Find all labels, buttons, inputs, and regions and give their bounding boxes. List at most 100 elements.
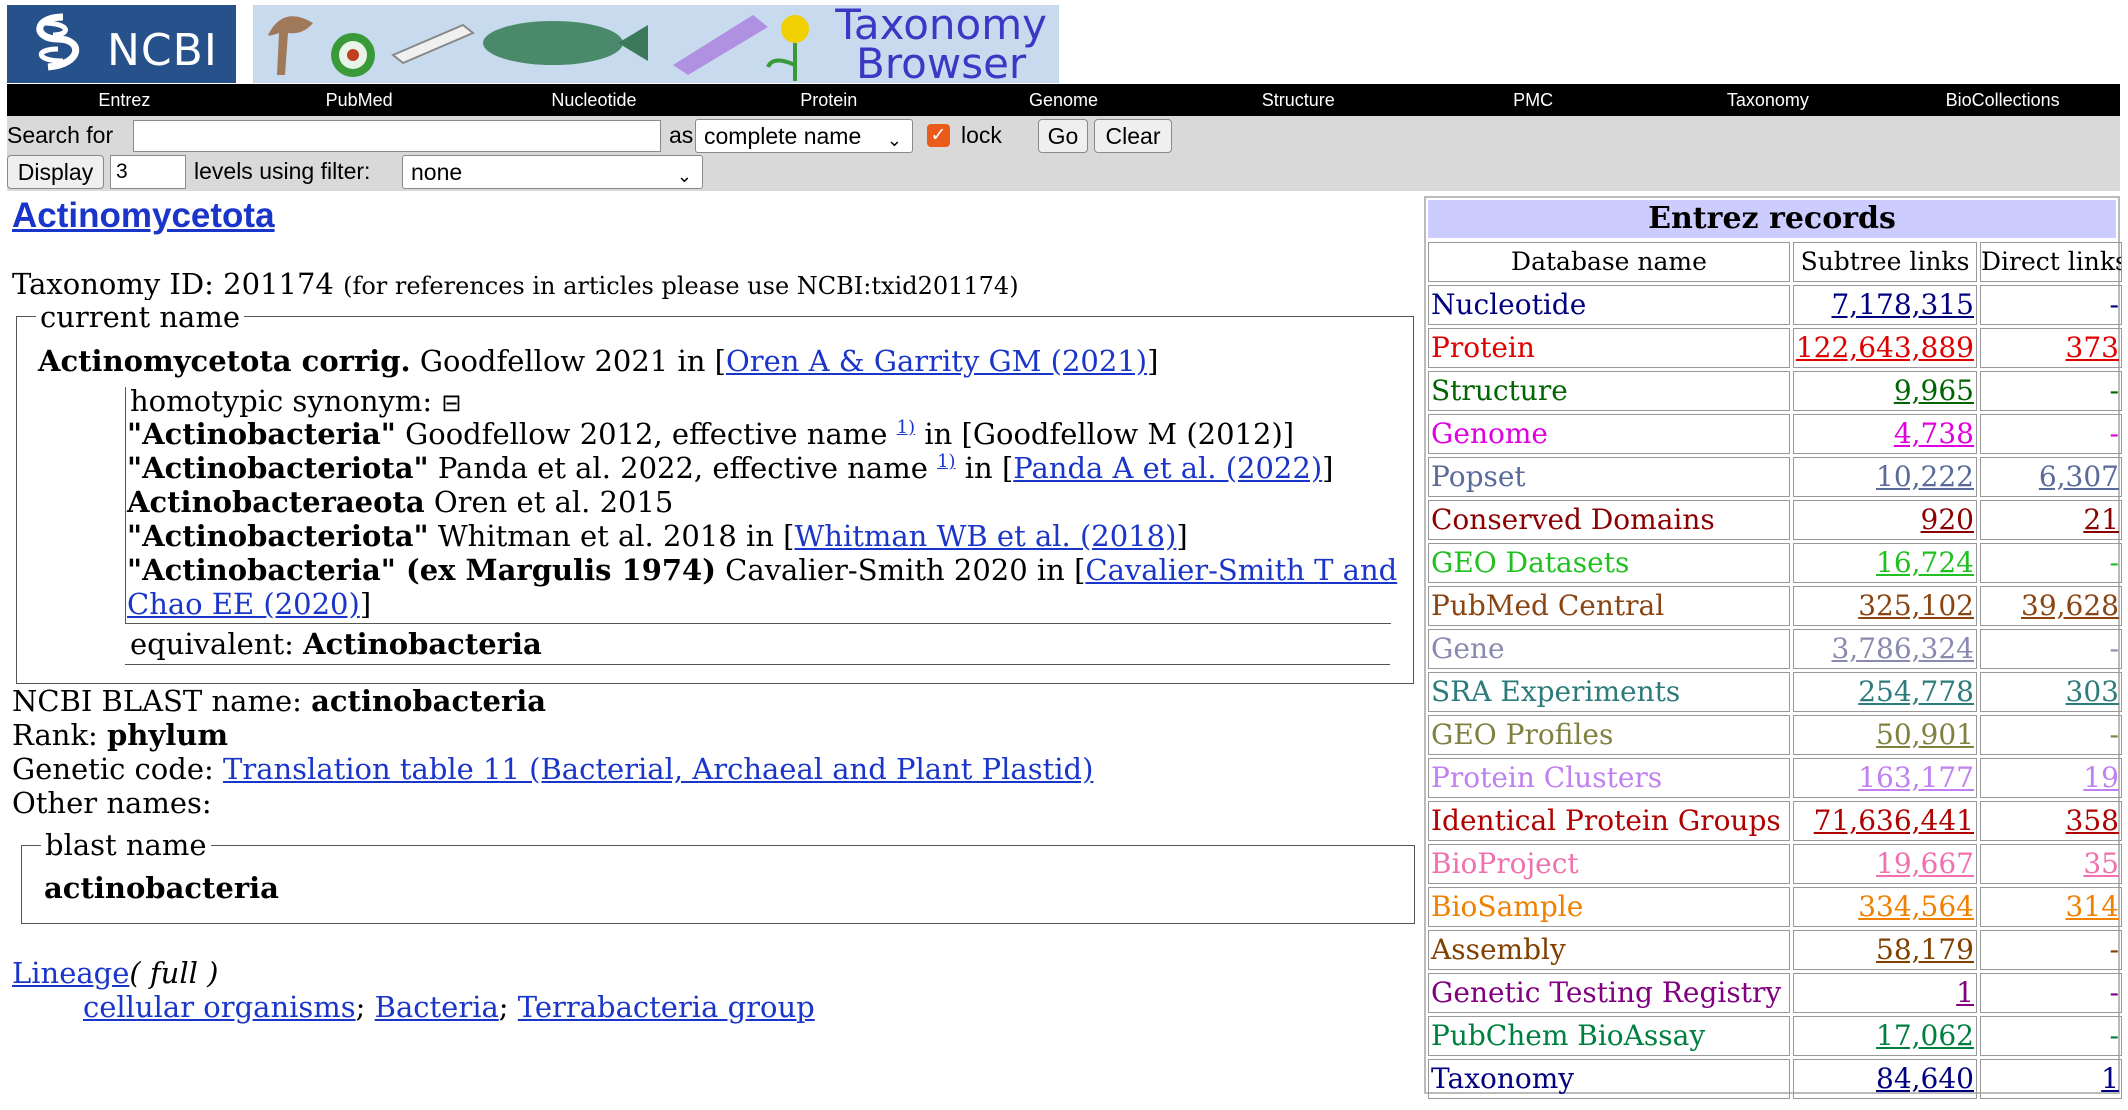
subtree-link[interactable]: 163,177 [1858, 761, 1974, 794]
collapse-icon[interactable]: ⊟ [441, 389, 461, 417]
direct-link[interactable]: 1 [2101, 1062, 2119, 1095]
database-name[interactable]: Popset [1431, 460, 1526, 493]
entrez-row-subtree-link-cell: 84,640 [1793, 1059, 1977, 1099]
subtree-link[interactable]: 10,222 [1876, 460, 1974, 493]
subtree-link[interactable]: 71,636,441 [1814, 804, 1974, 837]
direct-link[interactable]: 314 [2066, 890, 2119, 923]
subtree-link[interactable]: 17,062 [1876, 1019, 1974, 1052]
entrez-row-subtree-link-cell: 334,564 [1793, 887, 1977, 927]
filter-select[interactable]: none ⌄ [402, 155, 703, 189]
direct-link[interactable]: 39,628 [2021, 589, 2119, 622]
genetic-code-link[interactable]: Translation table 11 (Bacterial, Archaea… [223, 752, 1093, 786]
subtree-link[interactable]: 920 [1921, 503, 1974, 536]
subtree-link[interactable]: 325,102 [1858, 589, 1974, 622]
entrez-row-database-name-cell: Protein Clusters [1428, 758, 1790, 798]
database-name[interactable]: Protein [1431, 331, 1535, 364]
subtree-link[interactable]: 16,724 [1876, 546, 1974, 579]
nav-biocollections[interactable]: BioCollections [1885, 84, 2120, 116]
entrez-row-database-name-cell: BioProject [1428, 844, 1790, 884]
footnote-link[interactable]: 1) [897, 417, 915, 438]
entrez-row-direct-link-cell: 21 [1980, 500, 2122, 540]
subtree-link[interactable]: 84,640 [1876, 1062, 1974, 1095]
database-name[interactable]: Nucleotide [1431, 288, 1586, 321]
synonym-reference-link[interactable]: Whitman WB et al. (2018) [794, 519, 1176, 553]
direct-link[interactable]: 6,307 [2039, 460, 2119, 493]
direct-link: - [2109, 288, 2119, 321]
levels-label: levels using filter: [194, 158, 371, 184]
database-name[interactable]: PubChem BioAssay [1431, 1019, 1705, 1052]
clear-button[interactable]: Clear [1094, 119, 1172, 153]
entrez-row-direct-link-cell: - [1980, 715, 2122, 755]
synonym-reference-link[interactable]: Cavalier-Smith T and [1085, 553, 1397, 587]
database-name[interactable]: GEO Profiles [1431, 718, 1613, 751]
entrez-row-direct-link-cell: 1 [1980, 1059, 2122, 1099]
subtree-link[interactable]: 4,738 [1894, 417, 1974, 450]
subtree-link[interactable]: 58,179 [1876, 933, 1974, 966]
database-name[interactable]: Assembly [1431, 933, 1566, 966]
direct-link[interactable]: 35 [2083, 847, 2119, 880]
subtree-link[interactable]: 334,564 [1858, 890, 1974, 923]
direct-link[interactable]: 373 [2066, 331, 2119, 364]
nav-pubmed[interactable]: PubMed [242, 84, 477, 116]
direct-link: - [2109, 546, 2119, 579]
subtree-link[interactable]: 19,667 [1876, 847, 1974, 880]
footnote-link[interactable]: 1) [937, 451, 955, 472]
page-title[interactable]: Actinomycetota [12, 196, 275, 236]
database-name[interactable]: PubMed Central [1431, 589, 1664, 622]
direct-link[interactable]: 21 [2083, 503, 2119, 536]
entrez-row-subtree-link-cell: 17,062 [1793, 1016, 1977, 1056]
direct-link[interactable]: 19 [2083, 761, 2119, 794]
database-name[interactable]: SRA Experiments [1431, 675, 1680, 708]
nav-pmc[interactable]: PMC [1416, 84, 1651, 116]
database-name[interactable]: Identical Protein Groups [1431, 804, 1781, 837]
subtree-link[interactable]: 1 [1956, 976, 1974, 1009]
database-name[interactable]: Gene [1431, 632, 1505, 665]
database-name[interactable]: BioSample [1431, 890, 1583, 923]
nav-nucleotide[interactable]: Nucleotide [477, 84, 712, 116]
lineage-link[interactable]: Lineage [12, 956, 129, 990]
entrez-row-subtree-link-cell: 71,636,441 [1793, 801, 1977, 841]
name-type-select[interactable]: complete name ⌄ [695, 119, 913, 153]
direct-link[interactable]: 303 [2066, 675, 2119, 708]
database-name[interactable]: Structure [1431, 374, 1568, 407]
lineage-full-toggle[interactable]: ( full ) [129, 956, 218, 990]
lineage-item[interactable]: Terrabacteria group [518, 990, 815, 1024]
go-button[interactable]: Go [1038, 119, 1088, 153]
database-name[interactable]: Genome [1431, 417, 1548, 450]
direct-link[interactable]: 358 [2066, 804, 2119, 837]
direct-link: - [2109, 374, 2119, 407]
levels-input[interactable] [110, 155, 186, 189]
database-name[interactable]: Taxonomy [1431, 1062, 1574, 1095]
lineage-item[interactable]: cellular organisms [83, 990, 356, 1024]
current-name-reference-link[interactable]: Oren A & Garrity GM (2021) [726, 344, 1147, 378]
nav-genome[interactable]: Genome [946, 84, 1181, 116]
nav-protein[interactable]: Protein [711, 84, 946, 116]
database-name[interactable]: Genetic Testing Registry [1431, 976, 1781, 1009]
search-form: Search for as complete name ⌄ ✓ lock Go … [7, 116, 2120, 191]
synonym-reference-link[interactable]: Chao EE (2020) [127, 587, 360, 621]
ncbi-logo[interactable]: NCBI [7, 5, 236, 83]
nav-entrez[interactable]: Entrez [7, 84, 242, 116]
nav-structure[interactable]: Structure [1181, 84, 1416, 116]
direct-link: - [2109, 1019, 2119, 1052]
taxonomy-browser-banner[interactable]: Taxonomy Browser [253, 5, 1059, 83]
subtree-link[interactable]: 3,786,324 [1831, 632, 1974, 665]
nav-taxonomy[interactable]: Taxonomy [1650, 84, 1885, 116]
subtree-link[interactable]: 7,178,315 [1831, 288, 1974, 321]
col-header-database: Database name [1428, 242, 1790, 282]
subtree-link[interactable]: 122,643,889 [1796, 331, 1974, 364]
database-name[interactable]: Conserved Domains [1431, 503, 1715, 536]
subtree-link[interactable]: 50,901 [1876, 718, 1974, 751]
search-input[interactable] [133, 120, 661, 152]
subtree-link[interactable]: 9,965 [1894, 374, 1974, 407]
database-name[interactable]: BioProject [1431, 847, 1579, 880]
lock-checkbox[interactable]: ✓ [927, 124, 950, 147]
display-button[interactable]: Display [7, 155, 104, 189]
lineage-item[interactable]: Bacteria [375, 990, 499, 1024]
synonym-reference-link[interactable]: Panda A et al. (2022) [1013, 451, 1322, 485]
database-name[interactable]: GEO Datasets [1431, 546, 1629, 579]
entrez-row-direct-link-cell: - [1980, 629, 2122, 669]
chevron-down-icon: ⌄ [886, 130, 902, 150]
subtree-link[interactable]: 254,778 [1858, 675, 1974, 708]
database-name[interactable]: Protein Clusters [1431, 761, 1662, 794]
